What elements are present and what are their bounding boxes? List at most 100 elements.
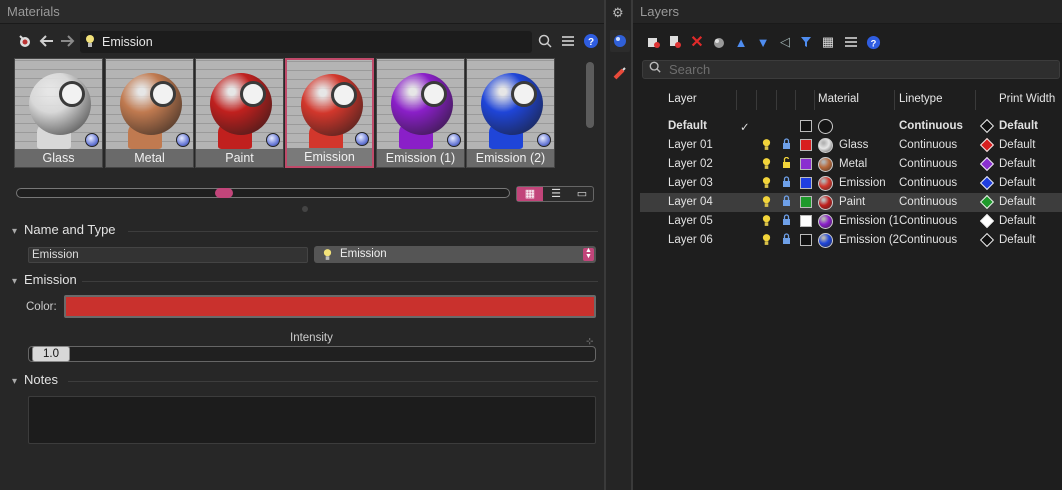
material-type-select[interactable]: Emission ▲ ▼ bbox=[314, 246, 596, 263]
lock-icon[interactable] bbox=[782, 195, 791, 209]
light-bulb-icon[interactable] bbox=[762, 138, 771, 154]
help-icon[interactable]: ? bbox=[865, 34, 881, 50]
gear-icon[interactable]: ⚙ bbox=[612, 5, 624, 21]
layer-row[interactable]: Layer 04 Paint Continuous Default bbox=[640, 193, 1062, 212]
add-material-icon[interactable] bbox=[16, 32, 34, 50]
lock-icon[interactable] bbox=[782, 138, 791, 152]
material-thumbnail[interactable]: Glass bbox=[14, 58, 103, 168]
layer-material[interactable]: Emission (1 bbox=[839, 215, 899, 227]
grid-icon[interactable]: ▦ bbox=[820, 34, 836, 50]
layer-print-width[interactable]: Default bbox=[999, 158, 1035, 170]
lock-icon[interactable] bbox=[782, 233, 791, 247]
layer-color-swatch[interactable] bbox=[800, 120, 812, 132]
search-icon[interactable] bbox=[536, 32, 554, 50]
material-thumbnail[interactable]: Paint bbox=[195, 58, 284, 168]
move-down-icon[interactable]: ▼ bbox=[755, 34, 771, 50]
materials-tab-icon[interactable] bbox=[610, 30, 630, 52]
layer-material-ball[interactable] bbox=[818, 214, 833, 229]
layer-search-input[interactable]: Search bbox=[642, 60, 1060, 79]
delete-icon[interactable]: ✕ bbox=[689, 34, 705, 51]
column-header-linetype[interactable]: Linetype bbox=[899, 93, 942, 105]
column-divider[interactable] bbox=[975, 90, 976, 110]
layer-linetype[interactable]: Continuous bbox=[899, 196, 957, 208]
layer-linetype[interactable]: Continuous bbox=[899, 215, 957, 227]
layer-material-ball[interactable] bbox=[818, 233, 833, 248]
layer-print-width[interactable]: Default bbox=[999, 234, 1035, 246]
column-divider[interactable] bbox=[736, 90, 737, 110]
layer-material-ball[interactable] bbox=[818, 119, 833, 134]
column-divider[interactable] bbox=[814, 90, 815, 110]
new-sublayer-icon[interactable] bbox=[667, 34, 683, 50]
layer-material[interactable]: Emission (2 bbox=[839, 234, 899, 246]
resize-grip[interactable] bbox=[302, 206, 308, 212]
column-divider[interactable] bbox=[776, 90, 777, 110]
layer-linetype[interactable]: Continuous bbox=[899, 234, 957, 246]
unlock-icon[interactable] bbox=[782, 156, 791, 171]
material-thumbnail[interactable]: Emission bbox=[285, 58, 374, 168]
layer-color-swatch[interactable] bbox=[800, 196, 812, 208]
grid-view-icon[interactable]: ▦ bbox=[517, 187, 543, 201]
purge-icon[interactable] bbox=[711, 34, 727, 50]
notes-textarea[interactable] bbox=[28, 396, 596, 444]
name-and-type-section[interactable]: ▾ Name and Type bbox=[12, 222, 598, 240]
material-thumbnail[interactable]: Emission (1) bbox=[376, 58, 465, 168]
layer-linetype[interactable]: Continuous bbox=[899, 139, 957, 151]
material-name-field[interactable]: Emission bbox=[28, 247, 308, 263]
layer-linetype[interactable]: Continuous bbox=[899, 158, 957, 170]
current-layer-check-icon[interactable]: ✓ bbox=[740, 120, 750, 134]
light-bulb-icon[interactable] bbox=[762, 214, 771, 230]
layer-row[interactable]: Layer 02 Metal Continuous Default bbox=[640, 155, 1062, 174]
move-out-icon[interactable]: ◁ bbox=[777, 34, 793, 50]
layer-print-width[interactable]: Default bbox=[999, 120, 1038, 132]
menu-icon[interactable] bbox=[559, 32, 577, 50]
thumbnail-scrollbar[interactable] bbox=[586, 62, 594, 128]
back-arrow-icon[interactable] bbox=[38, 32, 56, 50]
notes-section[interactable]: ▾ Notes bbox=[12, 372, 598, 390]
filter-icon[interactable] bbox=[798, 34, 814, 50]
layer-color-swatch[interactable] bbox=[800, 234, 812, 246]
layer-material[interactable]: Metal bbox=[839, 158, 867, 170]
thumbnail-size-slider[interactable] bbox=[16, 188, 510, 198]
layer-print-width[interactable]: Default bbox=[999, 139, 1035, 151]
light-bulb-icon[interactable] bbox=[762, 157, 771, 173]
lock-icon[interactable] bbox=[782, 214, 791, 228]
column-header-print-width[interactable]: Print Width bbox=[999, 93, 1055, 105]
material-thumbnail[interactable]: Metal bbox=[105, 58, 194, 168]
column-header-material[interactable]: Material bbox=[818, 93, 859, 105]
layer-color-swatch[interactable] bbox=[800, 177, 812, 189]
layer-print-width[interactable]: Default bbox=[999, 215, 1035, 227]
column-divider[interactable] bbox=[756, 90, 757, 110]
column-header-layer[interactable]: Layer bbox=[668, 93, 697, 105]
layer-color-swatch[interactable] bbox=[800, 139, 812, 151]
layer-linetype[interactable]: Continuous bbox=[899, 120, 963, 132]
help-icon[interactable]: ? bbox=[582, 32, 600, 50]
material-path-field[interactable]: Emission bbox=[80, 31, 532, 53]
emission-color-swatch[interactable] bbox=[64, 295, 596, 318]
layer-print-width[interactable]: Default bbox=[999, 177, 1035, 189]
column-divider[interactable] bbox=[795, 90, 796, 110]
lock-icon[interactable] bbox=[782, 176, 791, 190]
layer-material-ball[interactable] bbox=[818, 138, 833, 153]
layer-color-swatch[interactable] bbox=[800, 158, 812, 170]
material-thumbnail[interactable]: Emission (2) bbox=[466, 58, 555, 168]
layer-material[interactable]: Glass bbox=[839, 139, 868, 151]
layer-material-ball[interactable] bbox=[818, 195, 833, 210]
emission-section[interactable]: ▾ Emission bbox=[12, 272, 598, 290]
layer-row-default[interactable]: Default ✓ Continuous Default bbox=[640, 117, 1062, 136]
new-layer-icon[interactable] bbox=[646, 34, 662, 50]
layer-material-ball[interactable] bbox=[818, 176, 833, 191]
layer-material-ball[interactable] bbox=[818, 157, 833, 172]
list-view-icon[interactable]: ☰ bbox=[543, 187, 569, 201]
intensity-slider[interactable] bbox=[28, 346, 596, 362]
layer-row[interactable]: Layer 06 Emission (2 Continuous Default bbox=[640, 231, 1062, 250]
layer-row[interactable]: Layer 03 Emission Continuous Default bbox=[640, 174, 1062, 193]
thumbnail-size-slider-knob[interactable] bbox=[215, 188, 233, 198]
layer-row[interactable]: Layer 01 Glass Continuous Default bbox=[640, 136, 1062, 155]
light-bulb-icon[interactable] bbox=[762, 176, 771, 192]
layer-row[interactable]: Layer 05 Emission (1 Continuous Default bbox=[640, 212, 1062, 231]
move-up-icon[interactable]: ▲ bbox=[733, 34, 749, 50]
forward-arrow-icon[interactable] bbox=[58, 32, 76, 50]
layer-material[interactable]: Paint bbox=[839, 196, 865, 208]
detail-view-icon[interactable]: ▭ bbox=[569, 187, 595, 201]
intensity-value[interactable]: 1.0 bbox=[32, 346, 70, 362]
